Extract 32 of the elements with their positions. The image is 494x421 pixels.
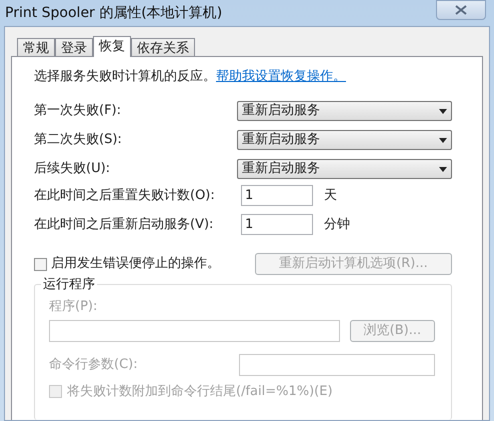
checkbox[interactable] [34,258,47,270]
dropdown-arrow-icon [439,166,447,172]
tab[interactable]: 常规 [17,38,55,56]
dropdown-arrow-icon [439,138,447,142]
intro-text: 选择服务失败时计算机的反应。 [34,68,216,86]
tab[interactable]: 登录 [55,38,93,56]
unit-label: 天 [324,186,337,205]
field-label: 程序(P): [49,298,98,316]
field-label: 第一次失败(F): [34,102,122,120]
window-title: Print Spooler 的属性(本地计算机) [5,4,222,22]
field-label: 后续失败(U): [34,160,112,178]
dropdown-value: 重新启动服务 [242,160,320,178]
dropdown-value: 重新启动服务 [242,131,320,150]
field-label: 在此时间之后重置失败计数(O): [34,186,216,205]
close-button[interactable] [436,0,486,20]
number-field[interactable]: 1 [241,214,313,235]
tab[interactable]: 依存关系 [131,38,195,56]
field-label: 第二次失败(S): [34,131,123,150]
help-link[interactable]: 帮助我设置恢复操作。 [216,67,346,87]
unit-label: 分钟 [324,216,350,234]
action-dropdown[interactable]: 重新启动服务 [237,130,452,150]
field-label: 命令行参数(C): [49,356,139,374]
action-dropdown[interactable]: 重新启动服务 [237,101,452,121]
action-dropdown[interactable]: 重新启动服务 [237,159,452,179]
number-field[interactable]: 1 [241,185,313,206]
checkbox-label: 将失败计数附加到命令行结尾(/fail=%1%)(E) [67,382,333,400]
dropdown-arrow-icon [439,108,447,114]
dropdown-value: 重新启动服务 [242,102,320,120]
tab[interactable]: 恢复 [93,36,131,57]
checkbox-label: 启用发生错误便停止的操作。 [51,255,220,274]
close-icon [455,5,467,15]
field-label: 在此时间之后重新启动服务(V): [34,216,214,234]
